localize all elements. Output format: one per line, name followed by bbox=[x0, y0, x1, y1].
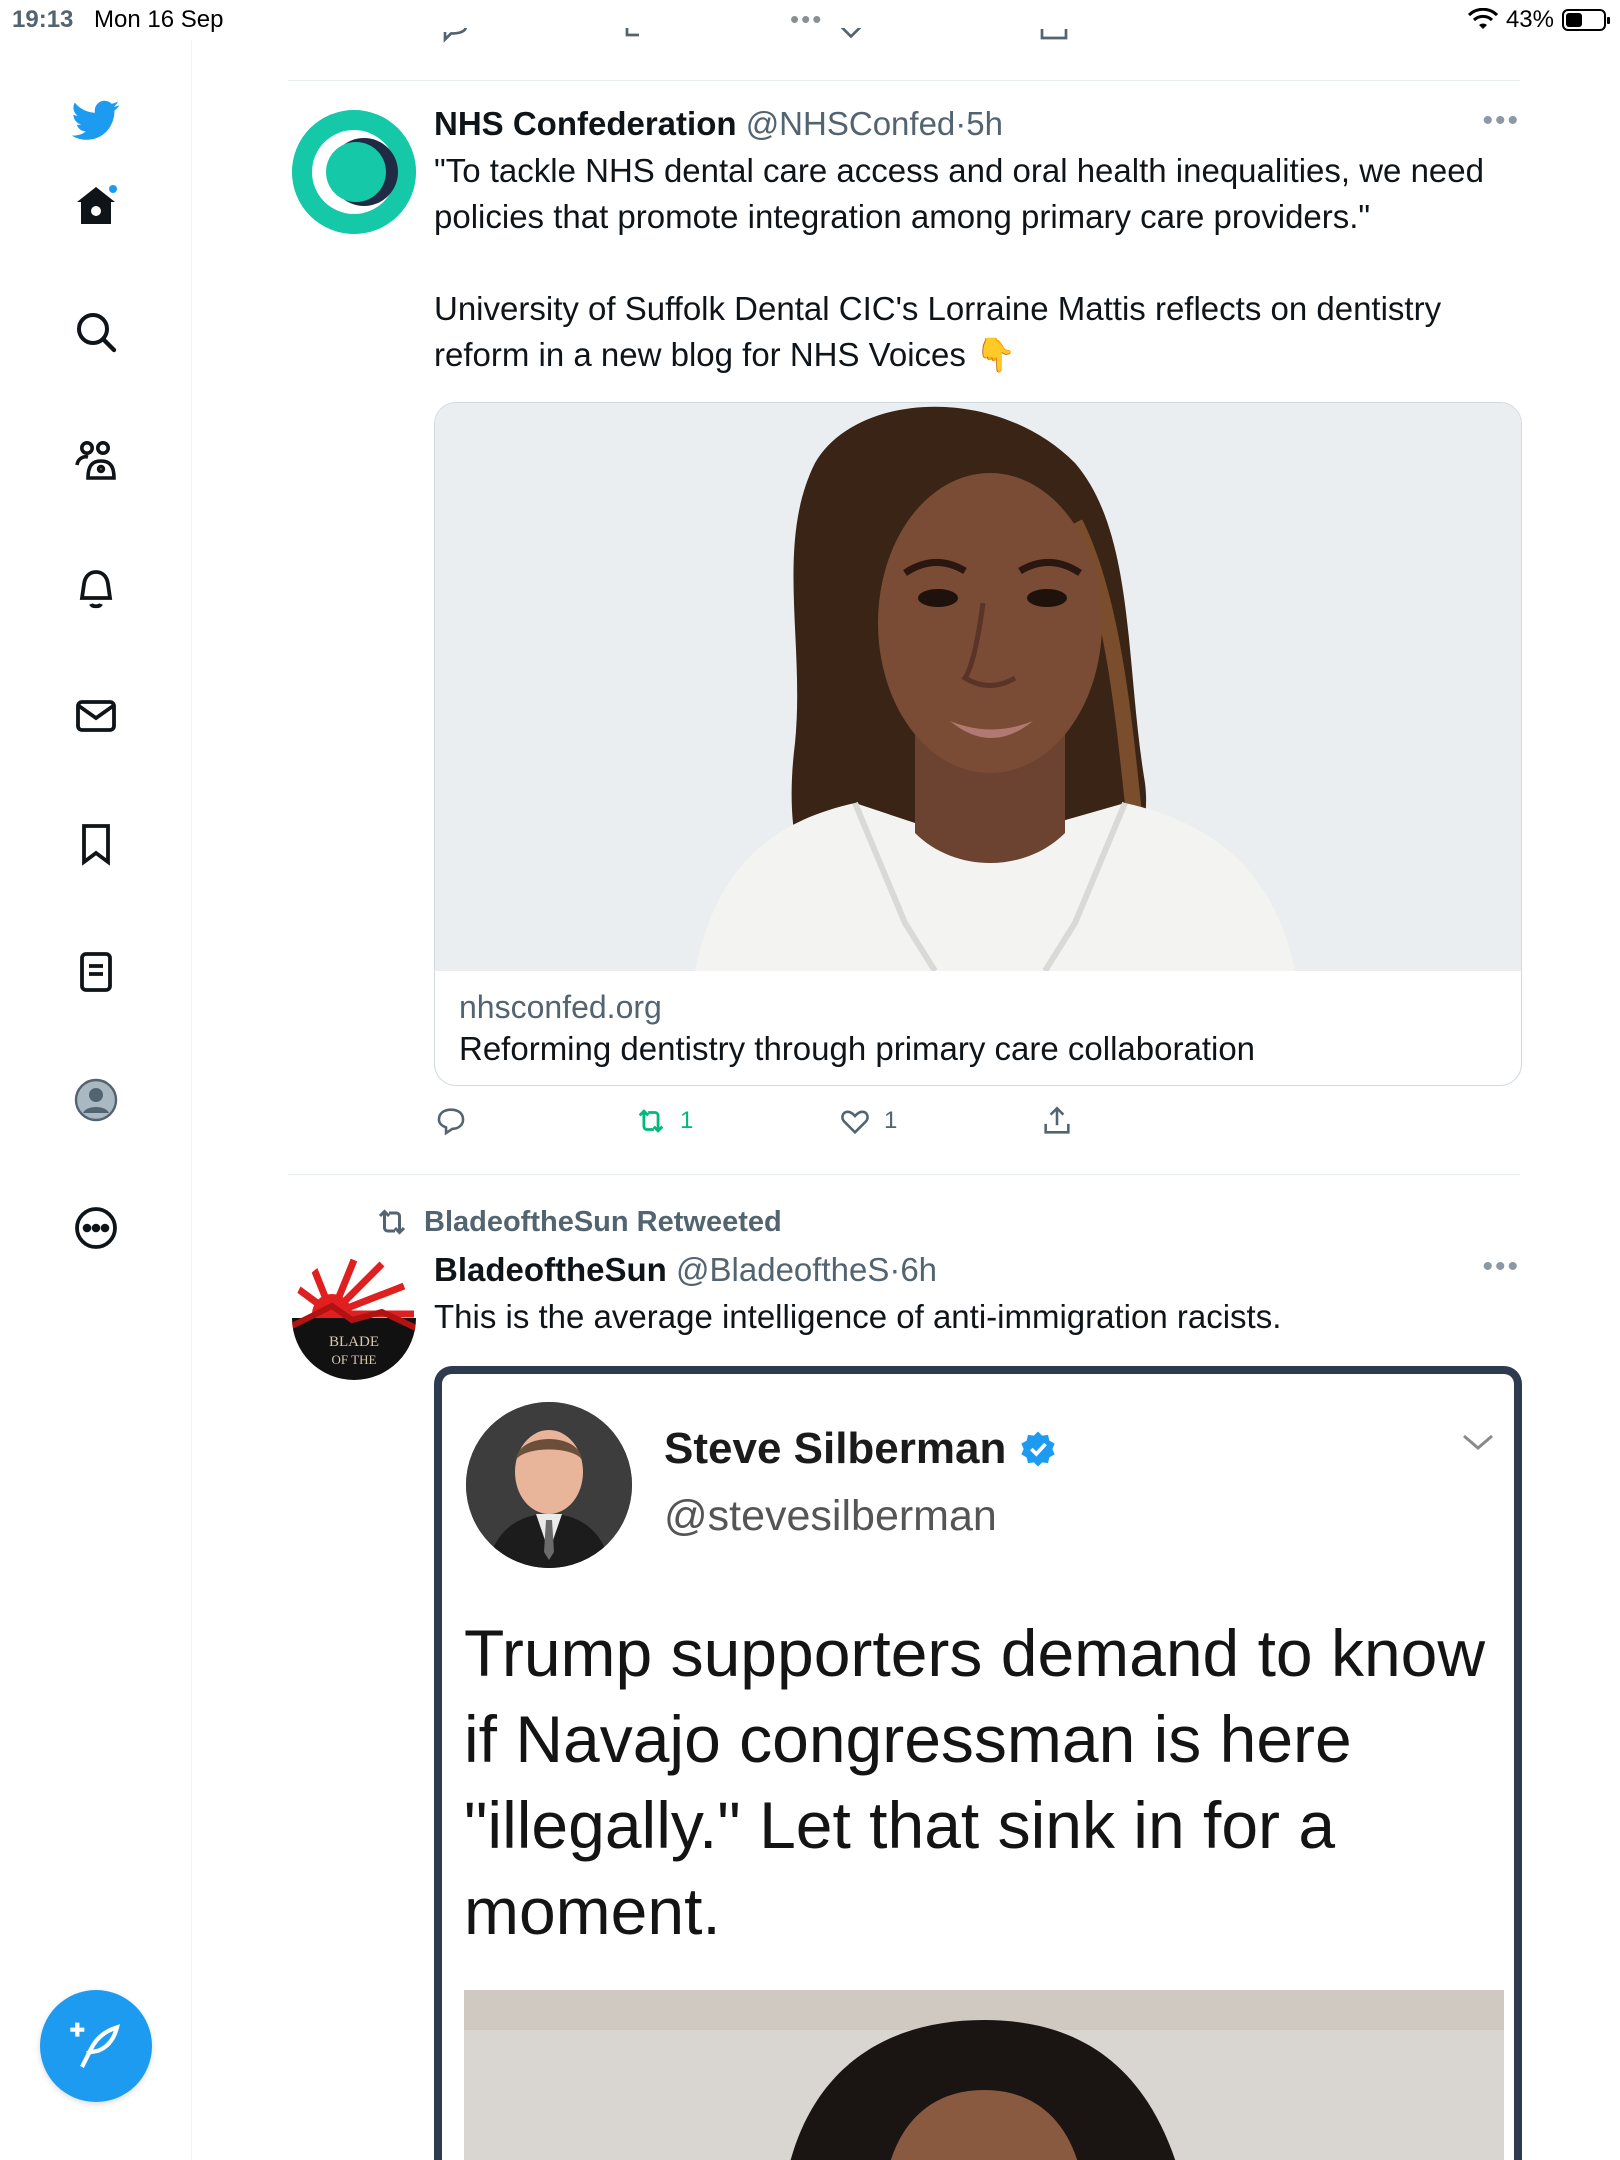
verified-badge-icon bbox=[1021, 1431, 1056, 1467]
battery-icon bbox=[1562, 9, 1610, 31]
bookmarks-icon[interactable] bbox=[66, 814, 126, 874]
chevron-down-icon bbox=[1463, 1434, 1493, 1450]
timestamp[interactable]: 5h bbox=[966, 105, 1003, 142]
avatar[interactable] bbox=[292, 110, 416, 234]
link-card-meta: nhsconfed.org Reforming dentistry throug… bbox=[435, 971, 1521, 1085]
divider bbox=[288, 80, 1520, 81]
search-icon[interactable] bbox=[66, 302, 126, 362]
communities-icon[interactable] bbox=[66, 430, 126, 490]
divider bbox=[288, 1174, 1520, 1175]
link-card-domain: nhsconfed.org bbox=[459, 989, 662, 1025]
profile-icon[interactable] bbox=[66, 1070, 126, 1130]
sidebar bbox=[0, 40, 192, 2160]
display-name[interactable]: BladeoftheSun bbox=[434, 1251, 667, 1288]
tweet-text: "To tackle NHS dental care access and or… bbox=[434, 148, 1520, 378]
tweet-text: This is the average intelligence of anti… bbox=[434, 1298, 1282, 1335]
reply-icon bbox=[437, 1108, 465, 1136]
avatar[interactable]: BLADE OF THE bbox=[292, 1256, 416, 1380]
embedded-photo bbox=[464, 1990, 1504, 2160]
tweet-paragraph: University of Suffolk Dental CIC's Lorra… bbox=[434, 290, 1442, 373]
previous-tweet-actions bbox=[288, 28, 1520, 48]
more-options-icon[interactable]: ••• bbox=[1482, 1250, 1520, 1284]
tweet-header: BladeoftheSun @BladeoftheS·6h bbox=[434, 1250, 1520, 1290]
like-button[interactable]: 1 bbox=[838, 1104, 897, 1138]
lists-icon[interactable] bbox=[66, 942, 126, 1002]
link-card[interactable]: nhsconfed.org Reforming dentistry throug… bbox=[434, 402, 1522, 1086]
notifications-icon[interactable] bbox=[66, 558, 126, 618]
like-count: 1 bbox=[884, 1107, 898, 1134]
separator: · bbox=[955, 105, 967, 142]
separator: · bbox=[889, 1251, 901, 1288]
username[interactable]: @NHSConfed bbox=[746, 105, 956, 142]
messages-icon[interactable] bbox=[66, 686, 126, 746]
svg-text:OF THE: OF THE bbox=[332, 1352, 377, 1367]
home-icon[interactable] bbox=[66, 176, 126, 236]
embedded-tweet-text: Trump supporters demand to know if Navaj… bbox=[464, 1616, 1486, 1948]
svg-text:BLADE: BLADE bbox=[329, 1334, 379, 1350]
more-options-icon[interactable]: ••• bbox=[1482, 104, 1520, 138]
tweet-paragraph: "To tackle NHS dental care access and or… bbox=[434, 152, 1484, 235]
twitter-logo-icon[interactable] bbox=[66, 90, 126, 150]
compose-tweet-icon bbox=[70, 2022, 120, 2068]
retweet-icon bbox=[638, 1109, 664, 1133]
timestamp[interactable]: 6h bbox=[900, 1251, 937, 1288]
reply-button[interactable] bbox=[434, 1104, 468, 1138]
retweet-count: 1 bbox=[680, 1107, 694, 1134]
heart-icon bbox=[841, 1110, 869, 1135]
compose-tweet-button[interactable] bbox=[40, 1990, 152, 2102]
status-date: Mon 16 Sep bbox=[94, 6, 224, 33]
tweet-actions: 1 1 bbox=[434, 1104, 1334, 1148]
embedded-handle: @stevesilberman bbox=[664, 1492, 997, 1540]
display-name[interactable]: NHS Confederation bbox=[434, 105, 737, 142]
share-button[interactable] bbox=[1040, 1104, 1074, 1138]
embedded-screenshot[interactable]: Steve Silberman @stevesilberman Trump su… bbox=[434, 1366, 1522, 2160]
tweet-body: NHS Confederation @NHSConfed·5h ••• "To … bbox=[434, 104, 1520, 378]
link-card-image bbox=[435, 403, 1521, 973]
share-icon bbox=[1044, 1106, 1070, 1134]
more-icon[interactable] bbox=[66, 1198, 126, 1258]
link-card-title: Reforming dentistry through primary care… bbox=[459, 1030, 1256, 1067]
embedded-name-text: Steve Silberman bbox=[664, 1424, 1007, 1473]
retweeted-by-label: BladeoftheSun Retweeted bbox=[424, 1205, 782, 1238]
embedded-display-name: Steve Silberman bbox=[664, 1424, 1058, 1474]
retweet-button[interactable]: 1 bbox=[634, 1104, 693, 1138]
tweet-header: NHS Confederation @NHSConfed·5h bbox=[434, 104, 1520, 144]
timeline: NHS Confederation @NHSConfed·5h ••• "To … bbox=[288, 0, 1522, 2160]
username[interactable]: @BladeoftheS bbox=[676, 1251, 889, 1288]
retweeted-by-banner[interactable]: BladeoftheSun Retweeted bbox=[374, 1204, 782, 1240]
retweet-icon bbox=[378, 1209, 406, 1235]
tweet-body: BladeoftheSun @BladeoftheS·6h ••• This i… bbox=[434, 1250, 1520, 1340]
embedded-avatar bbox=[466, 1402, 632, 1568]
status-time: 19:13 bbox=[12, 6, 74, 33]
